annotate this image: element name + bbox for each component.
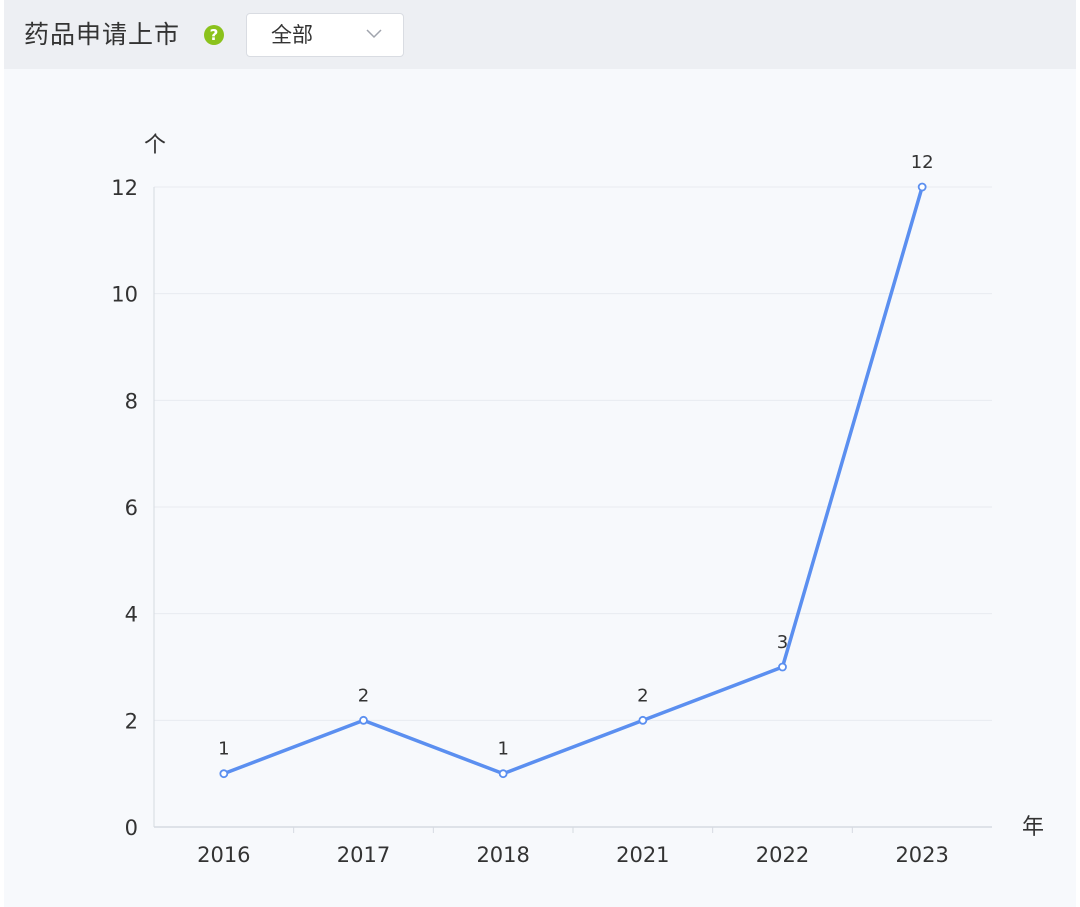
y-tick-label: 6 (125, 496, 138, 520)
data-label: 1 (497, 739, 508, 760)
y-tick-label: 10 (111, 283, 138, 307)
x-tick-label: 2022 (756, 843, 809, 867)
data-point (219, 769, 229, 779)
data-label: 2 (358, 685, 369, 706)
y-tick-label: 8 (125, 389, 138, 413)
data-point (778, 662, 787, 672)
x-tick-label: 2016 (197, 843, 250, 867)
x-tick-label: 2018 (476, 843, 529, 867)
y-axis-unit-label: 个 (144, 133, 166, 158)
data-label: 3 (777, 632, 788, 653)
y-tick-label: 2 (125, 709, 138, 733)
y-tick-label: 4 (125, 603, 138, 627)
data-point (917, 182, 927, 192)
data-point (498, 769, 508, 779)
y-tick-label: 0 (125, 816, 138, 840)
data-label: 12 (911, 152, 934, 173)
x-tick-label: 2023 (895, 843, 948, 867)
data-label: 1 (218, 739, 229, 760)
series-line (222, 185, 924, 776)
y-tick-label: 12 (111, 176, 138, 200)
line-chart: 0246810122016 2017 2018 2021 2022 2023个年 1212… (111, 133, 1044, 867)
data-point (359, 715, 368, 725)
x-tick-label: 2017 (337, 843, 390, 867)
data-point (638, 715, 648, 725)
x-tick-label: 2021 (616, 843, 669, 867)
x-axis-unit-label: 年 (1022, 815, 1044, 840)
data-label: 2 (637, 685, 648, 706)
